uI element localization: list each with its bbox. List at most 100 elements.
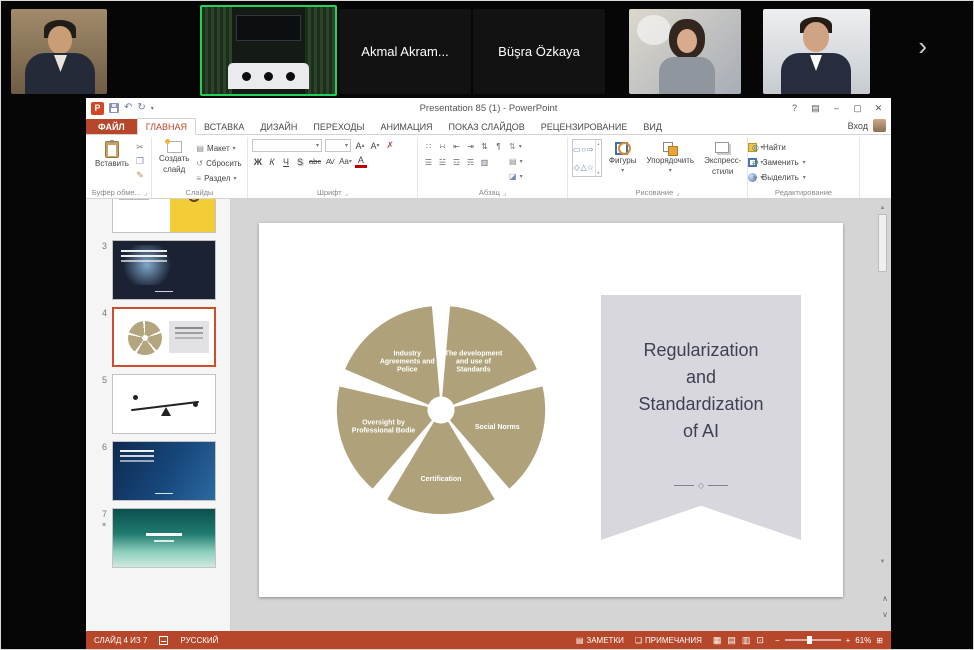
next-participants-arrow[interactable]: ›: [918, 33, 927, 59]
slideshow-view-icon[interactable]: ⊡: [756, 635, 764, 646]
thumbnail-slide-6[interactable]: 6: [86, 441, 222, 501]
shapes-button[interactable]: Фигуры ▾: [606, 139, 640, 176]
reading-view-icon[interactable]: ▥: [742, 635, 751, 646]
scrollbar-thumb[interactable]: [878, 214, 887, 272]
thumbnail-image[interactable]: [112, 508, 216, 568]
paragraph-marks-icon[interactable]: ¶: [492, 140, 505, 152]
account-avatar[interactable]: [873, 119, 886, 132]
help-icon[interactable]: ?: [784, 103, 805, 113]
vertical-scrollbar[interactable]: ▲ ▼: [877, 205, 888, 565]
text-shadow-button[interactable]: S: [294, 155, 306, 168]
character-spacing-button[interactable]: AV: [324, 155, 336, 168]
replace-button[interactable]: ⇄ Заменить ▾: [752, 156, 806, 169]
tab-review[interactable]: РЕЦЕНЗИРОВАНИЕ: [533, 119, 636, 134]
dialog-launcher-icon[interactable]: ⌟: [345, 189, 348, 197]
next-slide-icon[interactable]: ∨: [882, 610, 888, 619]
dialog-launcher-icon[interactable]: ⌟: [503, 189, 506, 197]
thumbnail-slide-4-selected[interactable]: 4: [86, 307, 222, 367]
slide-sorter-view-icon[interactable]: ▤: [727, 635, 736, 646]
section-button[interactable]: ≡ Раздел ▾: [196, 172, 241, 184]
slide-4[interactable]: The development and use of Standards Soc…: [259, 223, 843, 597]
grow-font-button[interactable]: А▴: [354, 139, 366, 152]
zoom-slider[interactable]: [785, 639, 841, 641]
close-icon[interactable]: ✕: [868, 103, 889, 114]
zoom-slider-handle[interactable]: [807, 636, 812, 644]
gallery-up-icon[interactable]: ▴: [597, 141, 599, 146]
numbering-icon[interactable]: ∺: [436, 140, 449, 152]
copy-icon[interactable]: ❐: [136, 156, 144, 167]
align-right-icon[interactable]: ☲: [450, 156, 463, 168]
align-text-button[interactable]: ▤▾: [509, 155, 523, 167]
new-slide-button[interactable]: Создать слайд: [156, 139, 192, 177]
paste-button[interactable]: Вставить: [92, 139, 132, 171]
font-name-combo[interactable]: ▾: [252, 139, 322, 152]
save-icon[interactable]: [109, 103, 119, 113]
shrink-font-button[interactable]: А▾: [369, 139, 381, 152]
align-center-icon[interactable]: ☱: [436, 156, 449, 168]
bullets-icon[interactable]: ∷: [422, 140, 435, 152]
zoom-out-icon[interactable]: −: [775, 636, 780, 645]
scroll-down-icon[interactable]: ▼: [880, 559, 886, 565]
shape-rect-icon[interactable]: ▭: [573, 145, 581, 154]
tab-animations[interactable]: АНИМАЦИЯ: [372, 119, 440, 134]
find-button[interactable]: ◎ Найти: [752, 141, 786, 154]
tab-slideshow[interactable]: ПОКАЗ СЛАЙДОВ: [441, 119, 533, 134]
gallery-scrollbar[interactable]: ▴ ▾: [595, 140, 601, 176]
tab-view[interactable]: ВИД: [635, 119, 670, 134]
text-direction-button[interactable]: ⇅▾: [509, 140, 523, 152]
increase-indent-icon[interactable]: ⇥: [464, 140, 477, 152]
thumbnail-image[interactable]: [112, 441, 216, 501]
thumbnail-slide-7[interactable]: 7 ✶: [86, 508, 222, 568]
powerpoint-logo-icon[interactable]: P: [91, 102, 104, 115]
tab-file[interactable]: ФАЙЛ: [86, 119, 137, 134]
shape-circle-icon[interactable]: ○: [581, 145, 586, 154]
shape-arrow-icon[interactable]: ⇨: [587, 145, 594, 154]
zoom-in-icon[interactable]: +: [846, 636, 851, 645]
thumbnail-image[interactable]: [112, 199, 216, 233]
smartart-convert-button[interactable]: ◪▾: [509, 170, 523, 182]
minimize-icon[interactable]: –: [826, 103, 847, 113]
justify-icon[interactable]: ☴: [464, 156, 477, 168]
gallery-down-icon[interactable]: ▾: [597, 170, 599, 175]
comments-toggle[interactable]: ❏ ПРИМЕЧАНИЯ: [635, 636, 702, 645]
clear-formatting-button[interactable]: ✗: [384, 139, 396, 152]
tab-transitions[interactable]: ПЕРЕХОДЫ: [305, 119, 372, 134]
tab-home[interactable]: ГЛАВНАЯ: [137, 118, 196, 135]
previous-slide-icon[interactable]: ∧: [882, 594, 888, 603]
bold-button[interactable]: Ж: [252, 155, 264, 168]
columns-icon[interactable]: ▥: [478, 156, 491, 168]
pie-diagram[interactable]: The development and use of Standards Soc…: [316, 285, 566, 535]
notes-toggle[interactable]: ▤ ЗАМЕТКИ: [576, 636, 624, 645]
proofing-icon[interactable]: [159, 636, 168, 645]
cut-icon[interactable]: ✂: [136, 142, 144, 153]
tab-insert[interactable]: ВСТАВКА: [196, 119, 252, 134]
strikethrough-button[interactable]: abc: [308, 155, 322, 168]
restore-icon[interactable]: ▢: [847, 103, 868, 114]
change-case-button[interactable]: Aa▾: [338, 155, 353, 168]
tab-design[interactable]: ДИЗАЙН: [252, 119, 305, 134]
arrange-button[interactable]: Упорядочить ▾: [643, 139, 697, 176]
italic-button[interactable]: К: [266, 155, 278, 168]
undo-icon[interactable]: ↶: [124, 103, 132, 113]
underline-button[interactable]: Ч: [280, 155, 292, 168]
ribbon-display-options-icon[interactable]: ▤: [805, 103, 826, 114]
participant-photo-woman[interactable]: [629, 9, 741, 94]
thumbnail-image[interactable]: [112, 307, 216, 367]
fit-to-window-icon[interactable]: ⊞: [876, 636, 883, 645]
layout-button[interactable]: ▤ Макет ▾: [196, 142, 241, 154]
shape-diamond-icon[interactable]: ◇: [574, 163, 580, 172]
font-color-button[interactable]: А: [355, 156, 367, 168]
shape-star-icon[interactable]: ☆: [587, 163, 594, 172]
participant-tile-busra[interactable]: Büşra Özkaya: [473, 9, 605, 94]
sign-in-control[interactable]: Вход: [843, 119, 891, 134]
decrease-indent-icon[interactable]: ⇤: [450, 140, 463, 152]
line-spacing-icon[interactable]: ⇅: [478, 140, 491, 152]
zoom-percentage[interactable]: 61%: [855, 636, 871, 645]
shapes-gallery[interactable]: ▭ ○ ⇨ ◇ △ ☆ ▴ ▾: [572, 139, 602, 177]
participant-photo-man[interactable]: [763, 9, 870, 94]
language-indicator[interactable]: РУССКИЙ: [180, 636, 218, 645]
participant-video-man[interactable]: [11, 9, 107, 94]
format-painter-icon[interactable]: ✎: [136, 170, 144, 181]
slide-counter[interactable]: СЛАЙД 4 ИЗ 7: [94, 636, 147, 645]
participant-tile-akmal[interactable]: Akmal Akram...: [339, 9, 471, 94]
